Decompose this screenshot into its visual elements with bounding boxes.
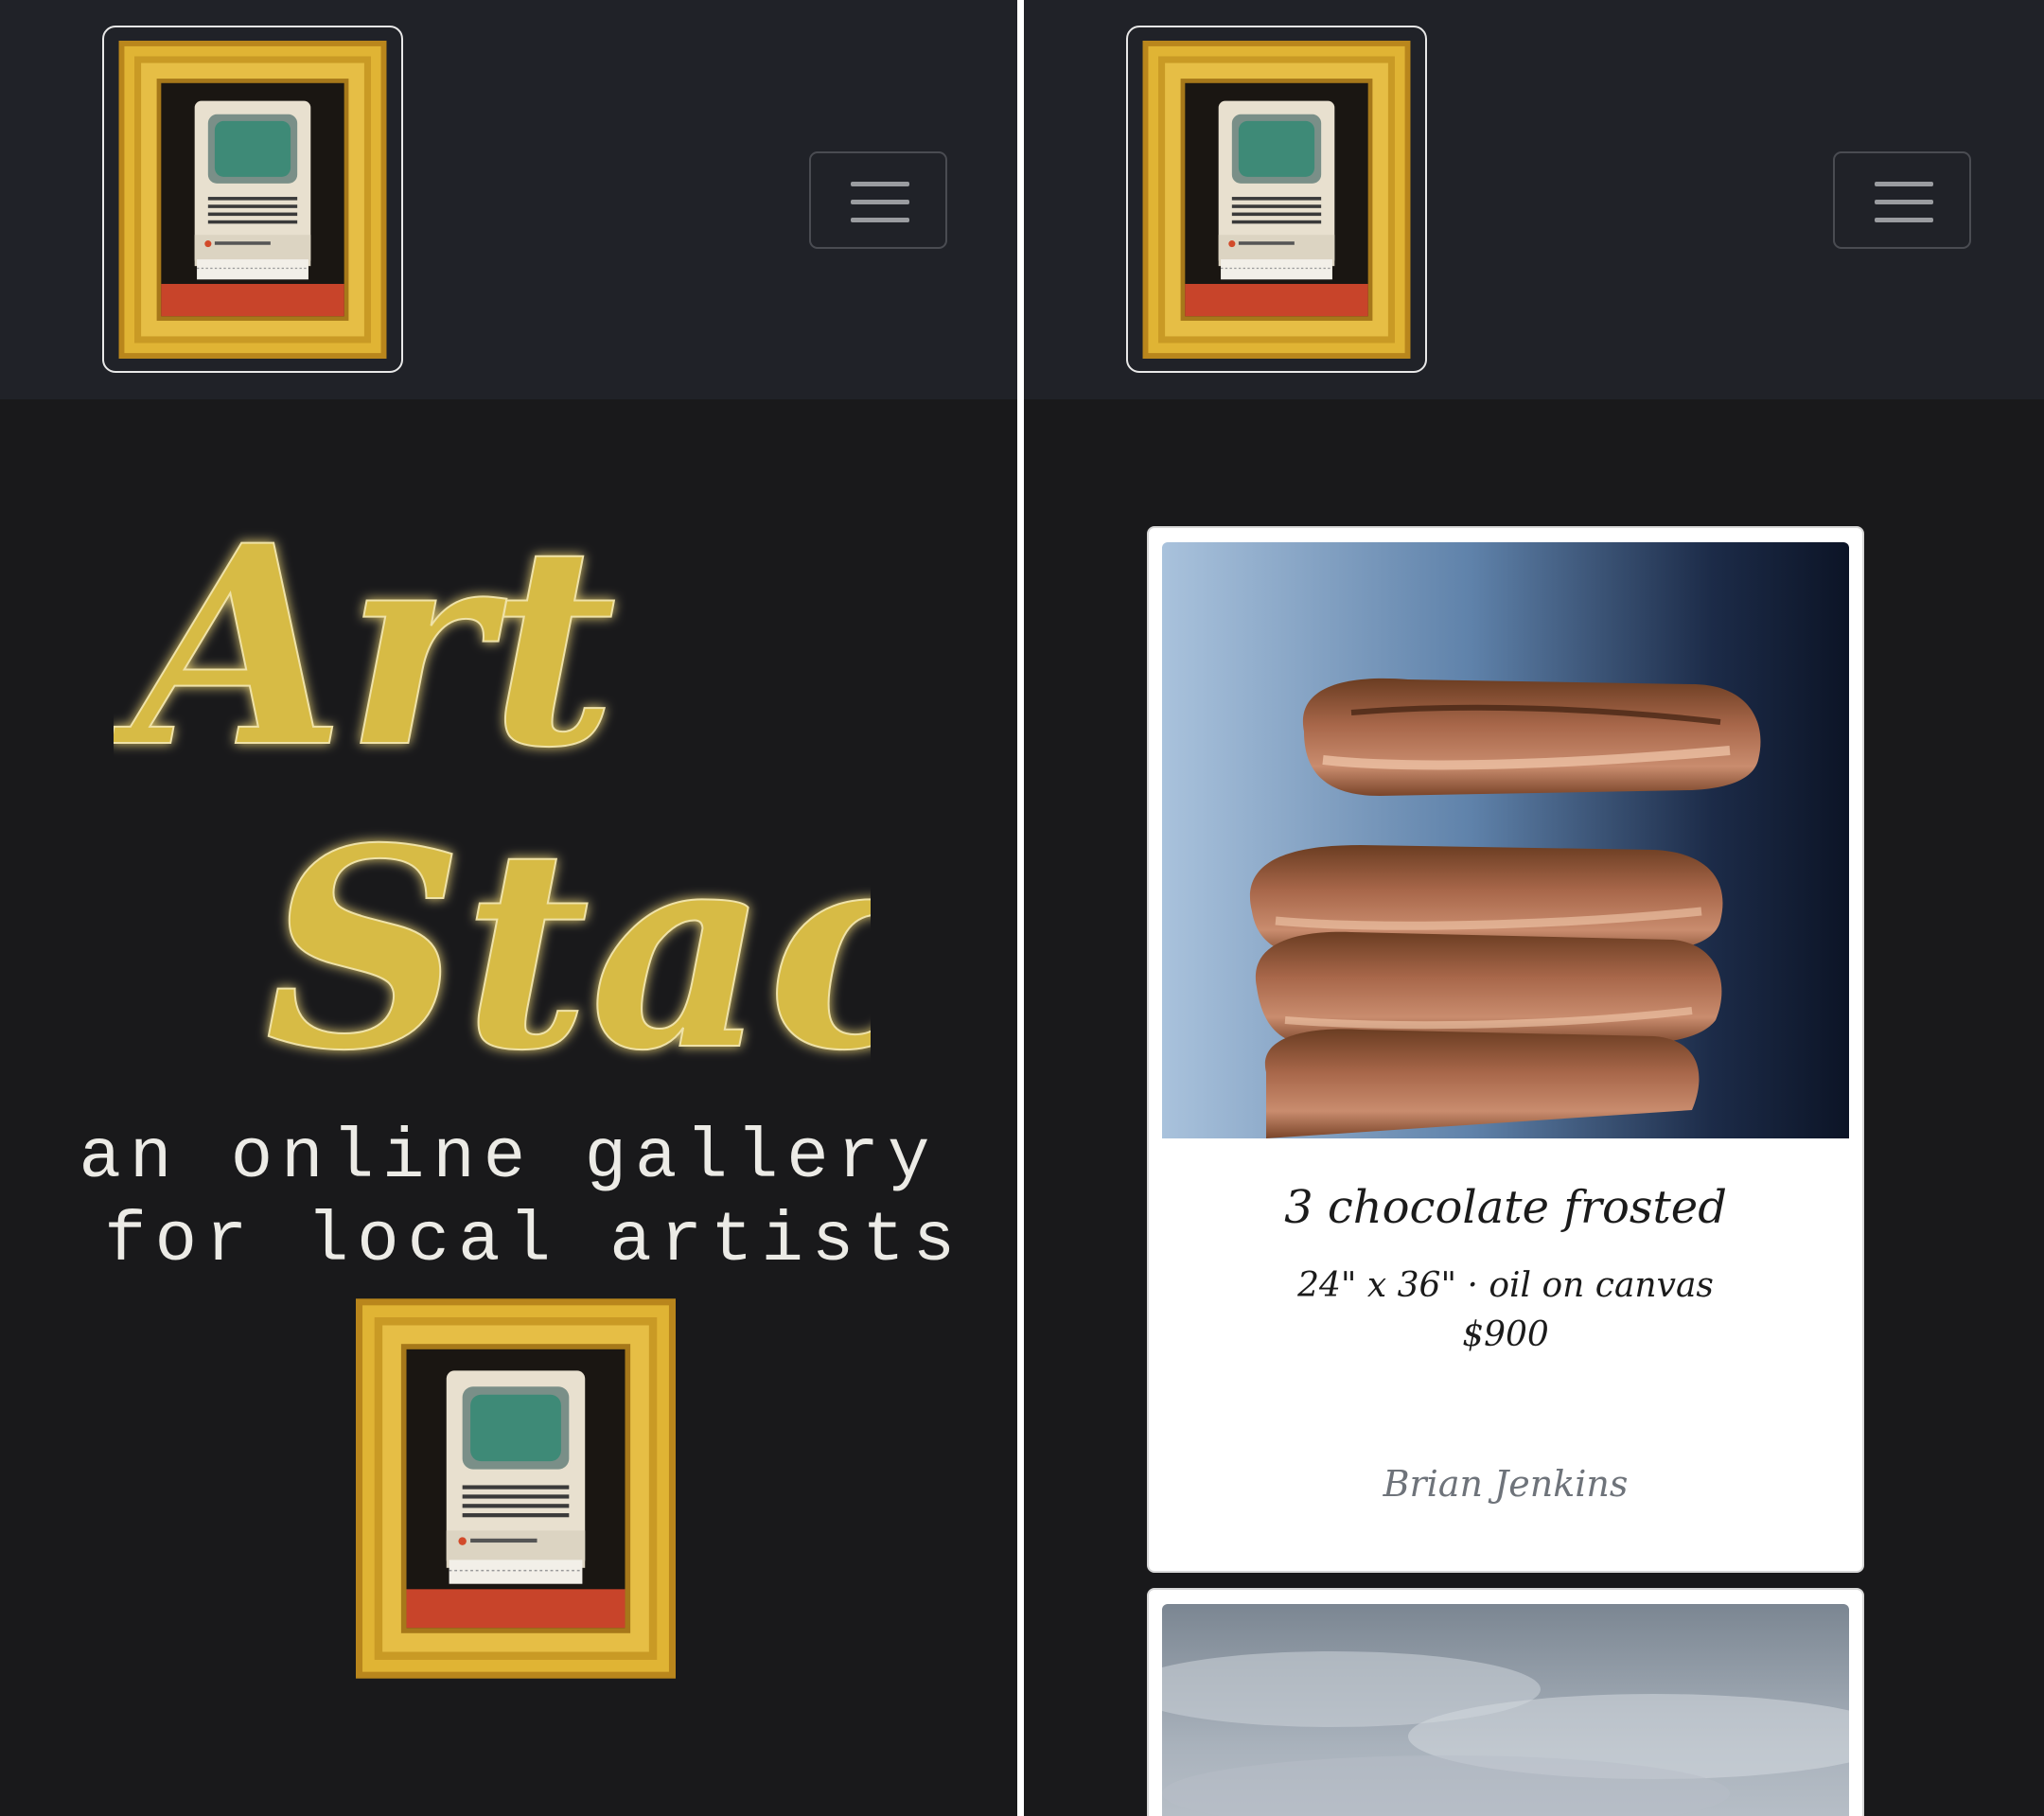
- hamburger-menu-icon-bar: [851, 218, 909, 222]
- artwork-price: $900: [1462, 1315, 1549, 1354]
- hamburger-menu-icon: [851, 182, 909, 186]
- menu-toggle-button[interactable]: [809, 151, 947, 249]
- menu-toggle-button[interactable]: [1833, 151, 1971, 249]
- artwork-image[interactable]: [1162, 1604, 1849, 1816]
- logo-image: [118, 41, 387, 359]
- artwork-card[interactable]: [1147, 1588, 1864, 1816]
- hamburger-menu-icon-bar: [1875, 200, 1933, 204]
- artwork-card[interactable]: 3 chocolate frosted 24" x 36" · oil on c…: [1147, 526, 1864, 1573]
- tagline-line1: an online gallery: [79, 1119, 939, 1198]
- hero-painting: [356, 1298, 676, 1679]
- hero-title-line2: Stack: [265, 789, 871, 1093]
- artwork-artist[interactable]: Brian Jenkins: [1149, 1463, 1862, 1505]
- artwork-dimensions: 24" x 36" · oil on canvas: [1297, 1266, 1714, 1305]
- artwork-title[interactable]: 3 chocolate frosted: [1149, 1181, 1862, 1234]
- artwork-image[interactable]: [1162, 542, 1849, 1138]
- navbar: [0, 0, 1017, 399]
- navbar: [1024, 0, 2044, 399]
- left-screen: Art Stack an online gallery for local ar…: [0, 0, 1017, 1816]
- hero-title-line1: Art: [114, 516, 617, 808]
- logo-image: [1142, 41, 1411, 359]
- hero-title: Art Stack: [114, 516, 871, 1093]
- hamburger-menu-icon: [1875, 182, 1933, 186]
- hamburger-menu-icon-bar: [1875, 218, 1933, 222]
- tagline-line2: for local artists: [53, 1202, 964, 1281]
- right-screen: 3 chocolate frosted 24" x 36" · oil on c…: [1024, 0, 2044, 1816]
- logo-link[interactable]: [1126, 26, 1427, 373]
- tagline: an online gallery for local artists: [0, 1117, 1017, 1283]
- hamburger-menu-icon-bar: [851, 200, 909, 204]
- logo-link[interactable]: [102, 26, 403, 373]
